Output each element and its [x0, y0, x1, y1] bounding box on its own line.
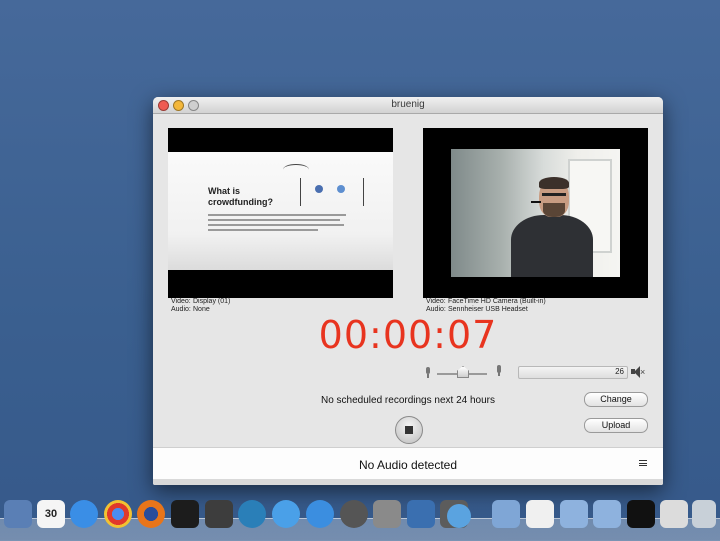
title-bar[interactable]: bruenig	[153, 97, 663, 114]
folder-icon[interactable]	[560, 500, 588, 528]
calendar-icon[interactable]: 30	[37, 500, 65, 528]
menu-icon[interactable]	[639, 460, 647, 466]
camera-source-info: Video: FaceTime HD Camera (Built-in) Audi…	[426, 298, 546, 314]
app-window: bruenig What is crowdfunding? Video: Disp…	[153, 97, 663, 485]
screen-recorder-icon[interactable]	[407, 500, 435, 528]
audio-source: None	[193, 306, 210, 313]
window-bottom-edge	[153, 479, 663, 485]
camera-preview	[423, 128, 648, 298]
recording-timer: 00:00:07	[318, 313, 498, 357]
arrow-icon	[283, 164, 309, 175]
firefox-icon[interactable]	[137, 500, 165, 528]
stop-recording-button[interactable]	[395, 416, 423, 444]
upload-button[interactable]: Upload	[584, 418, 648, 433]
audio-level-meter: 26	[518, 366, 628, 379]
applications-folder-icon[interactable]	[492, 500, 520, 528]
audio-source: Sennheiser USB Headset	[448, 306, 528, 313]
app-store-icon[interactable]	[306, 500, 334, 528]
audio-level-value: 26	[615, 367, 624, 376]
slide-thumbnail: What is crowdfunding?	[168, 152, 393, 270]
input-gain-slider-handle[interactable]	[457, 366, 469, 378]
window-title: bruenig	[391, 99, 425, 110]
slide-body-text	[208, 214, 348, 234]
itunes-icon[interactable]	[272, 500, 300, 528]
video-source: Display (01)	[193, 298, 231, 305]
mail-icon[interactable]	[4, 500, 32, 528]
presenter-image	[511, 177, 593, 277]
logo-icon	[315, 185, 323, 193]
video-label: Video:	[171, 298, 191, 305]
video-source: FaceTime HD Camera (Built-in)	[448, 298, 546, 305]
documents-icon[interactable]	[526, 500, 554, 528]
dock: 30	[0, 496, 720, 541]
mic-low-icon	[425, 367, 431, 378]
logo-icon	[337, 185, 345, 193]
terminal-icon[interactable]	[171, 500, 199, 528]
camera-feed	[451, 149, 620, 277]
audio-status: No Audio detected	[358, 458, 458, 472]
video-label: Video:	[426, 298, 446, 305]
slide-title: What is crowdfunding?	[208, 186, 273, 207]
calendar-date: 30	[44, 508, 58, 520]
mute-icon[interactable]: ×	[631, 366, 645, 378]
stop-icon	[405, 426, 413, 434]
screen-preview: What is crowdfunding?	[168, 128, 393, 298]
messages-icon[interactable]	[70, 500, 98, 528]
chrome-icon[interactable]	[104, 500, 132, 528]
system-prefs-icon[interactable]	[373, 500, 401, 528]
trash-icon[interactable]	[692, 500, 716, 528]
slide-graphic	[300, 178, 364, 206]
downloads-folder-icon[interactable]	[593, 500, 621, 528]
sublime-icon[interactable]	[205, 500, 233, 528]
terminal-window-icon[interactable]	[627, 500, 655, 528]
mic-high-icon	[496, 365, 502, 376]
globe-icon[interactable]	[447, 504, 471, 528]
window-thumbnail-icon[interactable]	[660, 500, 688, 528]
screen-source-info: Video: Display (01) Audio: None	[171, 298, 230, 314]
network-icon[interactable]	[238, 500, 266, 528]
dvd-icon[interactable]	[340, 500, 368, 528]
change-button[interactable]: Change	[584, 392, 648, 407]
status-bar: No Audio detected	[153, 447, 663, 480]
